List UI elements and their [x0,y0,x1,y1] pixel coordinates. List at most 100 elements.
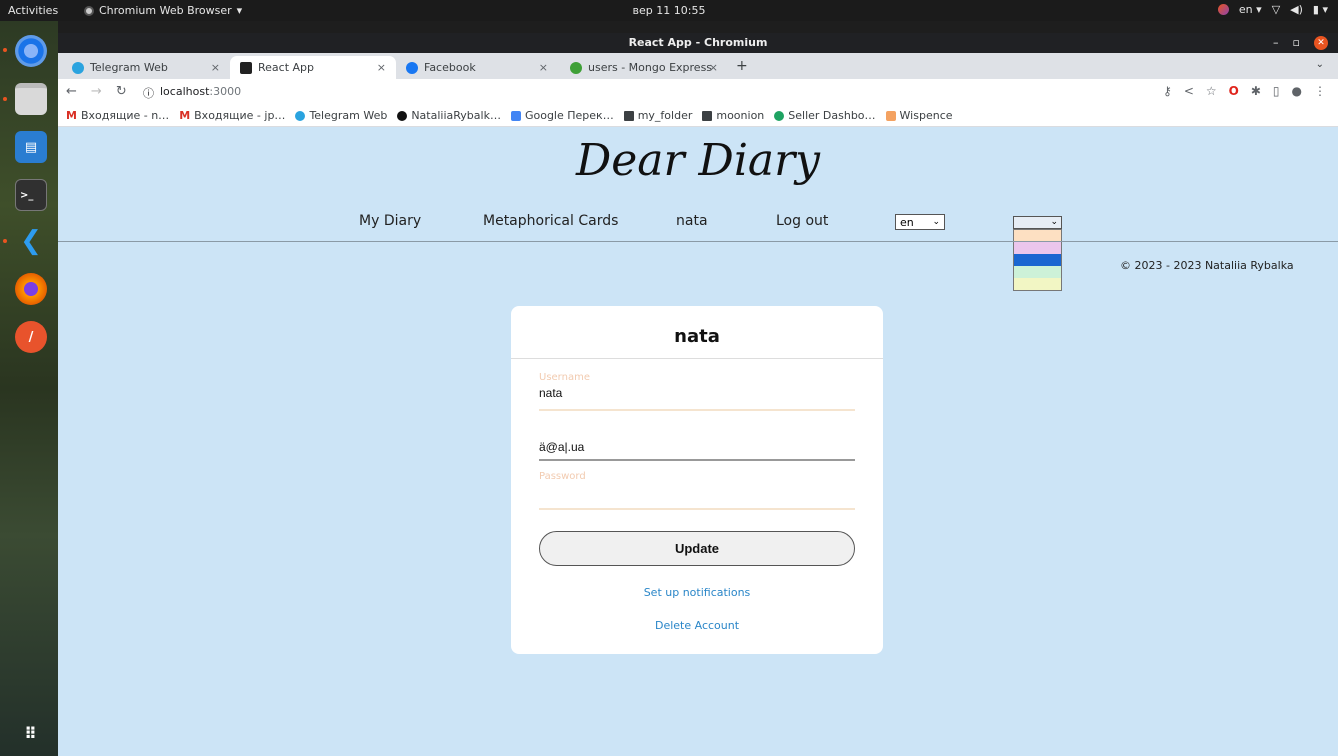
username-input[interactable]: nata [539,386,855,400]
email-underline [539,459,855,461]
files-icon[interactable] [15,83,47,115]
color-option-yellow[interactable] [1014,278,1061,290]
close-window-icon[interactable]: ✕ [1314,36,1328,50]
bookmarks-bar: M Входящие - n… M Входящие - jp… Telegram … [58,105,1338,127]
profile-icon[interactable]: ● [1292,84,1302,98]
language-select-value: en [900,215,914,229]
telegram-icon [295,110,306,121]
bookmark-seller-dashboard[interactable]: Seller Dashbo… [774,109,876,122]
react-icon [240,61,252,74]
folder-icon [702,110,713,121]
username-label: Username [539,372,590,383]
theme-color-select[interactable]: ⌄ [1013,216,1062,229]
system-tray[interactable]: en ▾ ▽ ◀) ▮ ▾ [1217,3,1328,16]
back-icon[interactable]: ← [66,84,77,99]
gmail-icon: M [179,109,191,122]
app-menu[interactable]: Chromium Web Browser ▾ [84,4,242,17]
chevron-down-icon: ⌄ [932,217,940,227]
minimize-icon[interactable]: – [1273,33,1279,53]
tab-label: users - Mongo Express [588,61,713,74]
bookmark-star-icon[interactable]: ☆ [1206,84,1217,98]
toolbar: ← → ↻ ⓘ localhost :3000 ⚷ < ☆ O ✱ ▯ ● ⋮ [58,79,1338,105]
nav-user[interactable]: nata [676,213,708,229]
terminal-icon[interactable]: >_ [15,179,47,211]
chromium-icon[interactable] [15,35,47,67]
extensions-icon[interactable]: ✱ [1251,84,1261,98]
bookmark-moonion[interactable]: moonion [702,109,764,122]
tab-telegram[interactable]: Telegram Web × [62,56,230,79]
language-select[interactable]: en ⌄ [895,214,945,230]
password-field[interactable]: Password [539,471,855,511]
share-icon[interactable]: < [1184,84,1194,98]
forward-icon[interactable]: → [91,84,102,99]
tab-mongo-express[interactable]: users - Mongo Express × [560,56,728,79]
tab-label: Telegram Web [90,61,168,74]
activities-button[interactable]: Activities [8,4,58,17]
new-tab-button[interactable]: + [736,58,748,74]
profile-card: nata Username nata ä@a|.ua Password Upda… [511,306,883,654]
bookmark-wispence[interactable]: Wispence [885,109,953,122]
close-tab-icon[interactable]: × [539,61,548,74]
tab-search-icon[interactable]: ⌄ [1316,59,1324,70]
tab-label: React App [258,61,315,74]
tab-facebook[interactable]: Facebook × [396,56,558,79]
brand-title: Dear Diary [575,135,821,186]
bookmark-telegram[interactable]: Telegram Web [295,109,387,122]
close-tab-icon[interactable]: × [211,61,220,74]
opera-extension-icon[interactable]: O [1229,84,1239,98]
github-icon [397,110,408,121]
gmail-icon: M [66,109,77,122]
tab-react-app[interactable]: React App × [230,56,396,79]
battery-icon[interactable]: ▮ ▾ [1313,3,1328,16]
update-button[interactable]: Update [539,531,855,566]
side-panel-icon[interactable]: ▯ [1273,84,1280,98]
mongo-icon [570,61,582,74]
app-grid-icon[interactable]: ⠿ [15,717,47,749]
reload-icon[interactable]: ↻ [116,84,127,99]
google-translate-icon [510,110,521,121]
volume-icon[interactable]: ◀) [1290,3,1303,16]
keyboard-layout[interactable]: en ▾ [1239,3,1262,16]
bookmark-google-translate[interactable]: Google Перек… [510,109,614,122]
color-picker-icon[interactable] [1217,4,1229,15]
network-icon[interactable]: ▽ [1272,3,1280,16]
chevron-down-icon: ▾ [236,4,243,17]
nav-metaphorical-cards[interactable]: Metaphorical Cards [483,213,618,229]
bookmark-gmail-1[interactable]: M Входящие - n… [66,109,169,122]
color-option-pink[interactable] [1014,242,1061,254]
setup-notifications-link[interactable]: Set up notifications [511,586,883,599]
nav-my-diary[interactable]: My Diary [359,213,421,229]
chromium-small-icon [84,5,94,16]
password-underline [539,508,855,510]
copyright: © 2023 - 2023 Nataliia Rybalka [1120,259,1294,272]
vscode-icon[interactable]: ❮ [15,225,47,257]
color-option-mint[interactable] [1014,266,1061,278]
running-indicator [3,48,7,52]
firefox-icon[interactable] [15,273,47,305]
profile-card-title: nata [674,326,720,347]
site-info-icon[interactable]: ⓘ [143,85,154,101]
address-bar[interactable]: ⓘ localhost :3000 [143,85,241,101]
password-input[interactable] [539,485,855,499]
color-option-blue-selected[interactable] [1014,254,1061,266]
clock[interactable]: вер 11 10:55 [633,4,706,17]
folder-icon [623,110,634,121]
bookmark-my-folder[interactable]: my_folder [623,109,692,122]
maximize-icon[interactable]: ▫ [1293,33,1300,53]
bookmark-github[interactable]: NataliiaRybalk… [397,109,501,122]
menu-icon[interactable]: ⋮ [1314,84,1326,98]
close-tab-icon[interactable]: × [709,61,718,74]
bookmark-gmail-2[interactable]: M Входящие - jp… [179,109,285,122]
libreoffice-writer-icon[interactable]: ▤ [15,131,47,163]
email-field[interactable]: ä@a|.ua [539,437,855,463]
key-icon[interactable]: ⚷ [1163,84,1172,98]
email-input[interactable]: ä@a|.ua [539,440,855,454]
gimp-icon[interactable]: / [15,321,47,353]
close-tab-icon[interactable]: × [377,61,386,74]
chevron-down-icon: ⌄ [1050,217,1058,227]
username-field[interactable]: Username nata [539,372,855,412]
running-indicator [3,97,7,101]
delete-account-link[interactable]: Delete Account [511,619,883,632]
running-indicator [3,239,7,243]
nav-logout[interactable]: Log out [776,213,828,229]
